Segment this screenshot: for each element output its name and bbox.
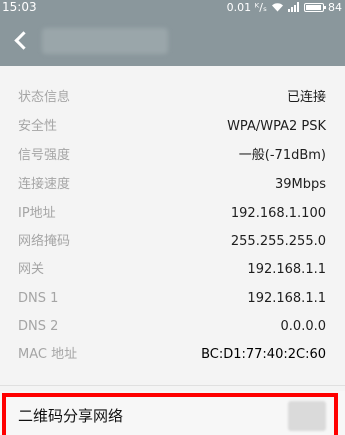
info-label: 网络掩码 — [18, 234, 71, 249]
info-label: 状态信息 — [18, 90, 71, 105]
info-row-signal: 信号强度 一般(-71dBm) — [18, 141, 326, 170]
status-right: 0.01 ᴷ/ₛ 84 — [227, 0, 342, 14]
info-value: 192.168.1.1 — [247, 291, 326, 306]
info-row-netmask: 网络掩码 255.255.255.0 — [18, 227, 326, 256]
info-label: IP地址 — [18, 206, 56, 221]
network-name-blurred — [42, 28, 168, 54]
info-row-speed: 连接速度 39Mbps — [18, 170, 326, 199]
share-network-label: 二维码分享网络 — [18, 407, 124, 425]
network-speed: 0.01 ᴷ/ₛ — [226, 0, 267, 14]
info-row-mac: MAC 地址 BC:D1:77:40:2C:60 — [18, 340, 326, 369]
wifi-info-list: 状态信息 已连接 安全性 WPA/WPA2 PSK 信号强度 一般(-71dBm… — [0, 66, 345, 379]
info-value: 255.255.255.0 — [230, 234, 326, 249]
info-value: 39Mbps — [274, 177, 326, 192]
info-value: 已连接 — [286, 90, 326, 105]
battery-fill — [306, 4, 322, 10]
info-value: BC:D1:77:40:2C:60 — [201, 347, 326, 362]
info-value: 192.168.1.100 — [230, 206, 326, 221]
battery-icon — [304, 2, 326, 12]
info-label: DNS 1 — [18, 291, 59, 306]
info-row-status: 状态信息 已连接 — [18, 83, 326, 112]
info-label: 连接速度 — [18, 177, 71, 192]
wifi-icon — [272, 3, 283, 12]
info-value: 一般(-71dBm) — [238, 148, 326, 163]
signal-icon — [288, 2, 299, 12]
battery-level: 84 — [328, 0, 342, 14]
info-label: 安全性 — [18, 119, 58, 134]
info-row-dns1: DNS 1 192.168.1.1 — [18, 284, 326, 313]
info-value: WPA/WPA2 PSK — [227, 119, 326, 134]
info-label: 信号强度 — [18, 148, 71, 163]
info-value: 192.168.1.1 — [247, 262, 326, 277]
info-row-security: 安全性 WPA/WPA2 PSK — [18, 112, 326, 141]
info-label: MAC 地址 — [18, 347, 78, 362]
info-value: 0.0.0.0 — [280, 319, 326, 334]
info-row-gateway: 网关 192.168.1.1 — [18, 255, 326, 284]
status-bar: 15:03 0.01 ᴷ/ₛ 84 — [0, 0, 345, 14]
app-bar — [0, 14, 345, 66]
info-label: DNS 2 — [18, 319, 59, 334]
info-label: 网关 — [18, 262, 45, 277]
info-row-ip: IP地址 192.168.1.100 — [18, 199, 326, 228]
qr-code-thumbnail[interactable] — [288, 401, 326, 431]
status-time: 15:03 — [2, 0, 37, 14]
section-divider — [0, 385, 345, 386]
info-row-dns2: DNS 2 0.0.0.0 — [18, 312, 326, 341]
back-arrow-icon[interactable] — [8, 26, 32, 54]
